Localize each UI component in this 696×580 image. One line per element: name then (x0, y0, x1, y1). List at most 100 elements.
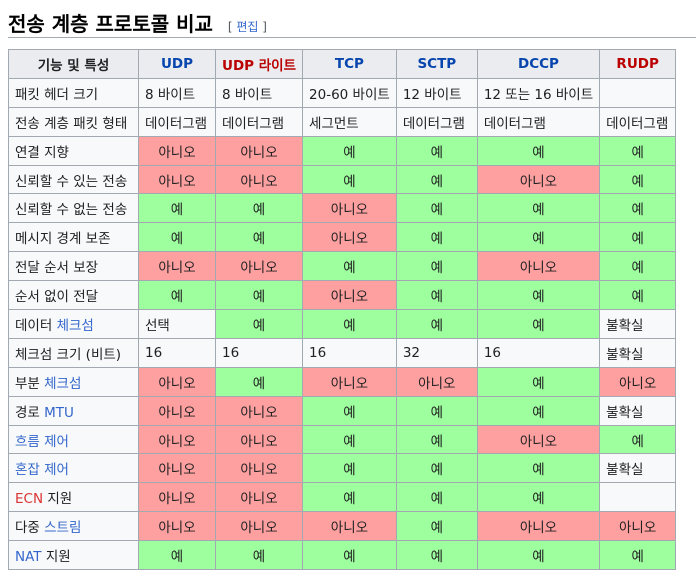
table-cell: 선택 (138, 309, 216, 339)
table-cell: 예 (476, 135, 601, 166)
table-cell: 예 (395, 482, 478, 513)
table-cell: 예 (395, 193, 478, 224)
table-cell: 예 (302, 482, 397, 513)
header-feature: 기능 및 특성 (8, 49, 139, 79)
table-row: 혼잡 제어 아니오 아니오 예 예 예 불확실 (8, 453, 677, 484)
table-cell: 예 (138, 280, 216, 311)
table-cell: 불확실 (599, 309, 677, 339)
table-cell: 예 (476, 366, 601, 397)
table-cell: 아니오 (138, 453, 216, 484)
table-cell: 예 (395, 511, 478, 542)
row-label: 부분 체크섬 (8, 366, 139, 397)
table-cell: 16 (214, 337, 304, 368)
table-cell: 아니오 (476, 511, 601, 542)
edit-section: [ 편집 ] (227, 20, 267, 34)
table-row: 흐름 제어 아니오 아니오 예 예 아니오 예 (8, 424, 677, 455)
table-row: ECN 지원 아니오 아니오 예 예 예 (8, 482, 677, 513)
table-cell: 16 (138, 337, 216, 368)
row-label-link[interactable]: 체크섬 (57, 318, 94, 334)
table-cell: 아니오 (214, 395, 304, 426)
table-cell: 12 또는 16 바이트 (476, 77, 601, 108)
table-row: 순서 없이 전달 예 예 아니오 예 예 예 (8, 280, 677, 311)
table-cell: 20-60 바이트 (302, 77, 397, 108)
row-label-link[interactable]: 스트림 (44, 520, 81, 536)
row-label-text: 경로 (15, 404, 45, 421)
table-cell: 아니오 (138, 482, 216, 513)
row-label: 패킷 헤더 크기 (8, 77, 139, 108)
table-cell: 예 (138, 193, 216, 224)
table-cell: 아니오 (302, 280, 397, 311)
table-cell: 예 (476, 193, 601, 224)
table-row: 패킷 헤더 크기 8 바이트 8 바이트 20-60 바이트 12 바이트 12 또는 1… (8, 77, 677, 108)
table-cell (599, 482, 677, 513)
table-cell: 아니오 (476, 164, 601, 195)
table-cell: 예 (599, 424, 677, 455)
table-row: 전송 계층 패킷 형태 데이터그램 데이터그램 세그먼트 데이터그램 데이터그램 데이터그램 (8, 106, 677, 137)
section-title: 전송 계층 프로토콜 비교 (8, 12, 213, 36)
table-cell: 아니오 (214, 251, 304, 282)
table-row: 연결 지향 아니오 아니오 예 예 예 예 (8, 135, 677, 166)
table-cell: 예 (302, 251, 397, 282)
row-label-text: 지원 (41, 549, 71, 566)
table-cell: 8 바이트 (214, 77, 304, 108)
row-label-link[interactable]: 체크섬 (44, 376, 81, 392)
table-cell: 예 (476, 309, 601, 339)
table-cell: 예 (476, 280, 601, 311)
table-cell: 아니오 (138, 366, 216, 397)
table-cell: 데이터그램 (395, 106, 478, 137)
table-cell: 불확실 (599, 453, 677, 484)
header-sctp[interactable]: SCTP (395, 49, 478, 79)
table-cell: 예 (599, 164, 677, 195)
row-label: 경로 MTU (8, 395, 139, 426)
table-cell: 예 (214, 280, 304, 311)
table-cell: 아니오 (214, 164, 304, 195)
table-cell: 아니오 (302, 366, 397, 397)
row-label-redlink[interactable]: ECN (15, 491, 43, 507)
header-rudp[interactable]: RUDP (599, 49, 677, 79)
table-cell: 아니오 (214, 511, 304, 542)
table-cell: 예 (599, 135, 677, 166)
row-label-text: 패킷 헤더 크기 (15, 86, 99, 103)
row-label: 다중 스트림 (8, 511, 139, 542)
table-cell: 불확실 (599, 337, 677, 368)
row-label-text: 연결 지향 (15, 144, 69, 161)
row-label-text: 다중 (15, 520, 45, 537)
table-cell: 예 (476, 222, 601, 253)
table-cell: 아니오 (476, 251, 601, 282)
row-label: ECN 지원 (8, 482, 139, 513)
row-label-link[interactable]: 혼잡 제어 (15, 462, 69, 478)
table-row: 신뢰할 수 있는 전송 아니오 아니오 예 예 아니오 예 (8, 164, 677, 195)
row-label-link[interactable]: NAT (15, 549, 42, 565)
table-cell: 예 (476, 453, 601, 484)
header-dccp[interactable]: DCCP (476, 49, 601, 79)
table-cell: 예 (214, 193, 304, 224)
table-row: 메시지 경계 보존 예 예 아니오 예 예 예 (8, 222, 677, 253)
table-cell: 예 (395, 251, 478, 282)
row-label: 신뢰할 수 있는 전송 (8, 164, 139, 195)
header-udp[interactable]: UDP (138, 49, 216, 79)
table-cell: 32 (395, 337, 478, 368)
table-cell: 데이터그램 (214, 106, 304, 137)
row-label: 연결 지향 (8, 135, 139, 166)
table-body: 패킷 헤더 크기 8 바이트 8 바이트 20-60 바이트 12 바이트 12 또는 1… (8, 77, 677, 571)
table-cell: 예 (476, 482, 601, 513)
row-label-text: 전달 순서 보장 (15, 260, 99, 277)
header-tcp[interactable]: TCP (302, 49, 397, 79)
row-label-text: 신뢰할 수 없는 전송 (15, 202, 128, 219)
header-udp-lite[interactable]: UDP 라이트 (214, 49, 304, 79)
table-cell: 아니오 (599, 511, 677, 542)
row-label-link[interactable]: 흐름 제어 (15, 434, 69, 450)
table-cell: 예 (599, 540, 677, 571)
table-cell: 예 (395, 395, 478, 426)
table-cell: 아니오 (476, 424, 601, 455)
row-label: 체크섬 크기 (비트) (8, 337, 139, 368)
table-row: 부분 체크섬 아니오 예 아니오 아니오 예 아니오 (8, 366, 677, 397)
row-label-text: 전송 계층 패킷 형태 (15, 115, 128, 132)
table-cell: 아니오 (302, 222, 397, 253)
edit-section-link[interactable]: 편집 (236, 20, 258, 34)
table-cell: 예 (214, 222, 304, 253)
table-row: 신뢰할 수 없는 전송 예 예 아니오 예 예 예 (8, 193, 677, 224)
table-cell: 예 (302, 424, 397, 455)
row-label-link[interactable]: MTU (44, 405, 74, 421)
comparison-table: 기능 및 특성 UDP UDP 라이트 TCP SCTP DCCP RUDP 패… (8, 49, 677, 571)
